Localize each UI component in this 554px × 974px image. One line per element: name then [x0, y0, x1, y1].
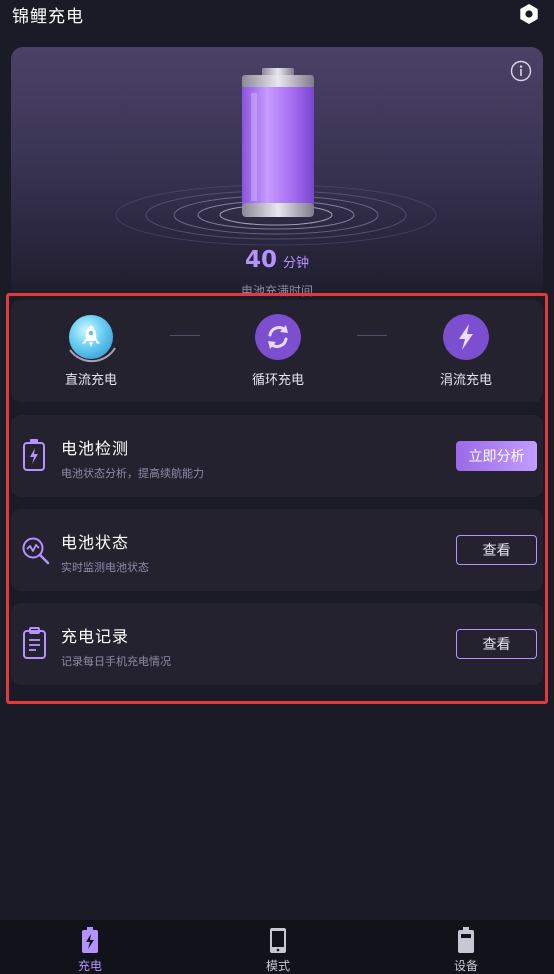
app-title: 锦鲤充电: [12, 7, 84, 27]
hero-card: 40 分钟 电池充满时间: [11, 47, 543, 297]
mode-connector: [357, 335, 387, 336]
card-title: 电池检测: [61, 439, 130, 458]
cycle-icon: [255, 314, 301, 360]
lightning-icon: [443, 314, 489, 360]
card-subtitle: 记录每日手机充电情况: [61, 655, 171, 668]
battery-icon: [458, 927, 474, 953]
mode-direct-charge[interactable]: 直流充电: [31, 312, 151, 392]
mode-label: 直流充电: [64, 373, 117, 388]
top-bar: 锦鲤充电: [0, 0, 554, 30]
view-status-button[interactable]: 查看: [456, 535, 537, 565]
mode-label: 循环充电: [251, 373, 304, 388]
nav-label: 设备: [453, 959, 478, 973]
nav-item-device[interactable]: 设备: [406, 920, 526, 974]
phone-icon: [270, 928, 286, 953]
charge-records-card: 充电记录 记录每日手机充电情况 查看: [11, 603, 543, 685]
clipboard-icon: [23, 627, 46, 659]
info-icon[interactable]: [510, 60, 532, 82]
charge-mode-panel: 直流充电 循环充电 涓流充电: [11, 300, 543, 402]
mode-trickle-charge[interactable]: 涓流充电: [406, 312, 526, 392]
battery-status-icon: [22, 537, 50, 565]
battery-check-card: 电池检测 电池状态分析，提高续航能力 立即分析: [11, 415, 543, 497]
battery-graphic: [242, 68, 314, 217]
bottom-nav: 充电 模式 设备: [0, 920, 554, 974]
nav-label: 充电: [77, 959, 102, 973]
view-records-button[interactable]: 查看: [456, 629, 537, 659]
battery-charging-icon: [82, 927, 98, 953]
nav-item-charge[interactable]: 充电: [30, 920, 150, 974]
charge-time-value: 40: [244, 247, 277, 273]
mode-cycle-charge[interactable]: 循环充电: [218, 312, 338, 392]
battery-check-icon: [23, 439, 45, 471]
charge-time-caption: 电池充满时间: [240, 284, 313, 297]
app-root: 锦鲤充电 40 分钟 电池充满时间 直流充电 循环充电 涓流充电 电池检测 电池…: [0, 0, 554, 974]
battery-status-card: 电池状态 实时监测电池状态 查看: [11, 509, 543, 591]
card-subtitle: 实时监测电池状态: [61, 561, 149, 574]
rocket-icon: [69, 315, 116, 363]
card-title: 电池状态: [61, 533, 130, 552]
nav-item-mode[interactable]: 模式: [218, 920, 338, 974]
charge-time-readout: 40 分钟: [11, 247, 543, 273]
mode-label: 涓流充电: [439, 373, 492, 388]
settings-icon[interactable]: [518, 3, 540, 25]
charge-time-unit: 分钟: [283, 256, 310, 271]
card-subtitle: 电池状态分析，提高续航能力: [61, 467, 204, 480]
mode-connector: [170, 335, 200, 336]
card-title: 充电记录: [61, 627, 130, 646]
analyze-now-button[interactable]: 立即分析: [456, 441, 537, 471]
nav-label: 模式: [265, 959, 290, 973]
